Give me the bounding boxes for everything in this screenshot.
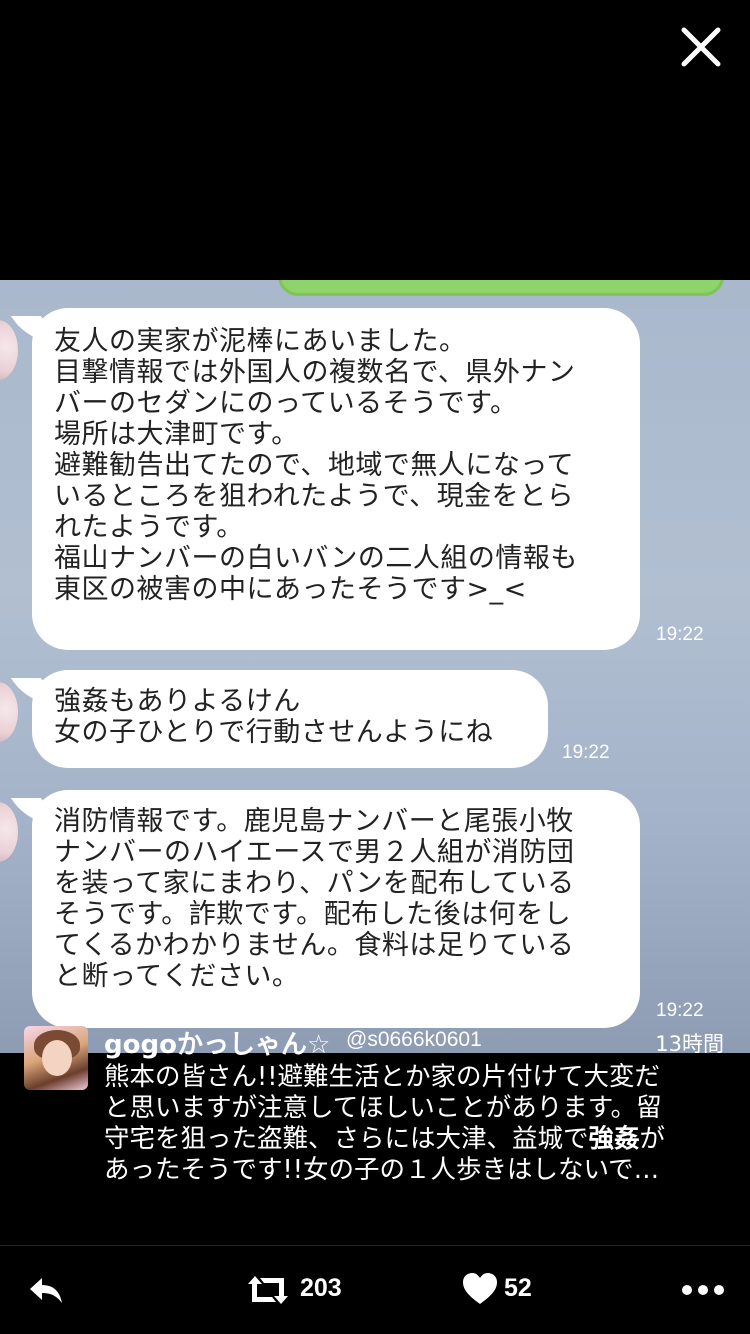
retweet-count: 203	[300, 1274, 342, 1302]
message-timestamp: 19:22	[562, 742, 610, 763]
tweet-photo[interactable]: 友人の実家が泥棒にあいました。 目撃情報では外国人の複数名で、県外ナン バーのセ…	[0, 280, 750, 1053]
chat-avatar	[0, 320, 18, 380]
tweet[interactable]: gogoかっしゃん☆ @s0666k0601 13時間 熊本の皆さん!!避難生活…	[0, 1026, 750, 1250]
more-button[interactable]	[680, 1270, 726, 1310]
divider	[0, 1245, 750, 1246]
message-line: と断ってください。	[54, 961, 300, 992]
message-line: を装って家にまわり、パンを配布している	[54, 868, 575, 899]
message-line: ナンバーのハイエースで男２人組が消防団	[54, 837, 575, 868]
tweet-timestamp: 13時間	[655, 1032, 724, 1056]
close-icon	[681, 27, 721, 67]
tweet-text-line: 熊本の皆さん!!避難生活とか家の片付けて大変だ	[104, 1062, 660, 1092]
message-line: 強姦もありよるけん	[54, 686, 301, 717]
message-line: 場所は大津町です。	[54, 419, 299, 450]
retweet-button[interactable]: 203	[244, 1270, 364, 1310]
tweet-action-bar: 203 52	[0, 1256, 750, 1326]
message-line: 福山ナンバーの白いバンの二人組の情報も	[54, 543, 578, 574]
tweet-text: 熊本の皆さん!!避難生活とか家の片付けて大変だ と思いますが注意してほしいことが…	[104, 1062, 728, 1186]
message-line: 友人の実家が泥棒にあいました。	[54, 326, 467, 357]
tweet-text-line: あったそうです!!女の子の１人歩きはしないで…	[104, 1155, 660, 1185]
message-line: 女の子ひとりで行動させんようにね	[54, 717, 494, 748]
close-button[interactable]	[680, 26, 722, 68]
chat-avatar	[0, 682, 18, 742]
chat-message-bubble: 強姦もありよるけん 女の子ひとりで行動させんようにね	[32, 670, 548, 768]
message-timestamp: 19:22	[656, 1000, 704, 1021]
reply-icon	[30, 1278, 62, 1303]
avatar[interactable]	[24, 1026, 88, 1090]
reply-button[interactable]	[26, 1270, 66, 1310]
message-line: 消防情報です。鹿児島ナンバーと尾張小牧	[54, 806, 574, 837]
highlighted-term: 強姦	[588, 1124, 640, 1154]
avatar-face	[42, 1040, 72, 1076]
message-line: れたようです。	[54, 512, 244, 543]
tweet-author-name[interactable]: gogoかっしゃん☆	[104, 1024, 330, 1061]
tweet-header: gogoかっしゃん☆ @s0666k0601 13時間	[104, 1024, 724, 1060]
message-line: 東区の被害の中にあったそうです>_<	[54, 574, 527, 605]
chat-avatar	[0, 802, 18, 862]
message-line: バーのセダンにのっているそうです。	[54, 388, 518, 419]
tweet-text-line: 守宅を狙った盗難、さらには大津、益城で強姦が	[104, 1124, 666, 1154]
message-line: 目撃情報では外国人の複数名で、県外ナン	[54, 357, 576, 388]
message-line: そうです。詐欺です。配布した後は何をし	[54, 899, 572, 930]
tweet-author-handle[interactable]: @s0666k0601	[346, 1028, 482, 1052]
message-line: いるところを狙われたようで、現金をとら	[54, 481, 575, 512]
chat-message-bubble: 友人の実家が泥棒にあいました。 目撃情報では外国人の複数名で、県外ナン バーのセ…	[32, 308, 640, 650]
retweet-icon	[248, 1276, 288, 1304]
message-line: てくるかわかりません。食料は足りている	[54, 930, 575, 961]
outgoing-bubble-edge	[278, 280, 724, 296]
heart-icon	[463, 1273, 497, 1304]
message-timestamp: 19:22	[656, 624, 704, 645]
chat-message-bubble: 消防情報です。鹿児島ナンバーと尾張小牧 ナンバーのハイエースで男２人組が消防団 …	[32, 790, 640, 1028]
more-icon	[682, 1285, 724, 1295]
tweet-text-line: と思いますが注意してほしいことがあります。留	[104, 1093, 662, 1123]
like-count: 52	[504, 1274, 532, 1302]
message-line: 避難勧告出てたので、地域で無人になって	[54, 450, 575, 481]
like-button[interactable]: 52	[462, 1270, 562, 1310]
